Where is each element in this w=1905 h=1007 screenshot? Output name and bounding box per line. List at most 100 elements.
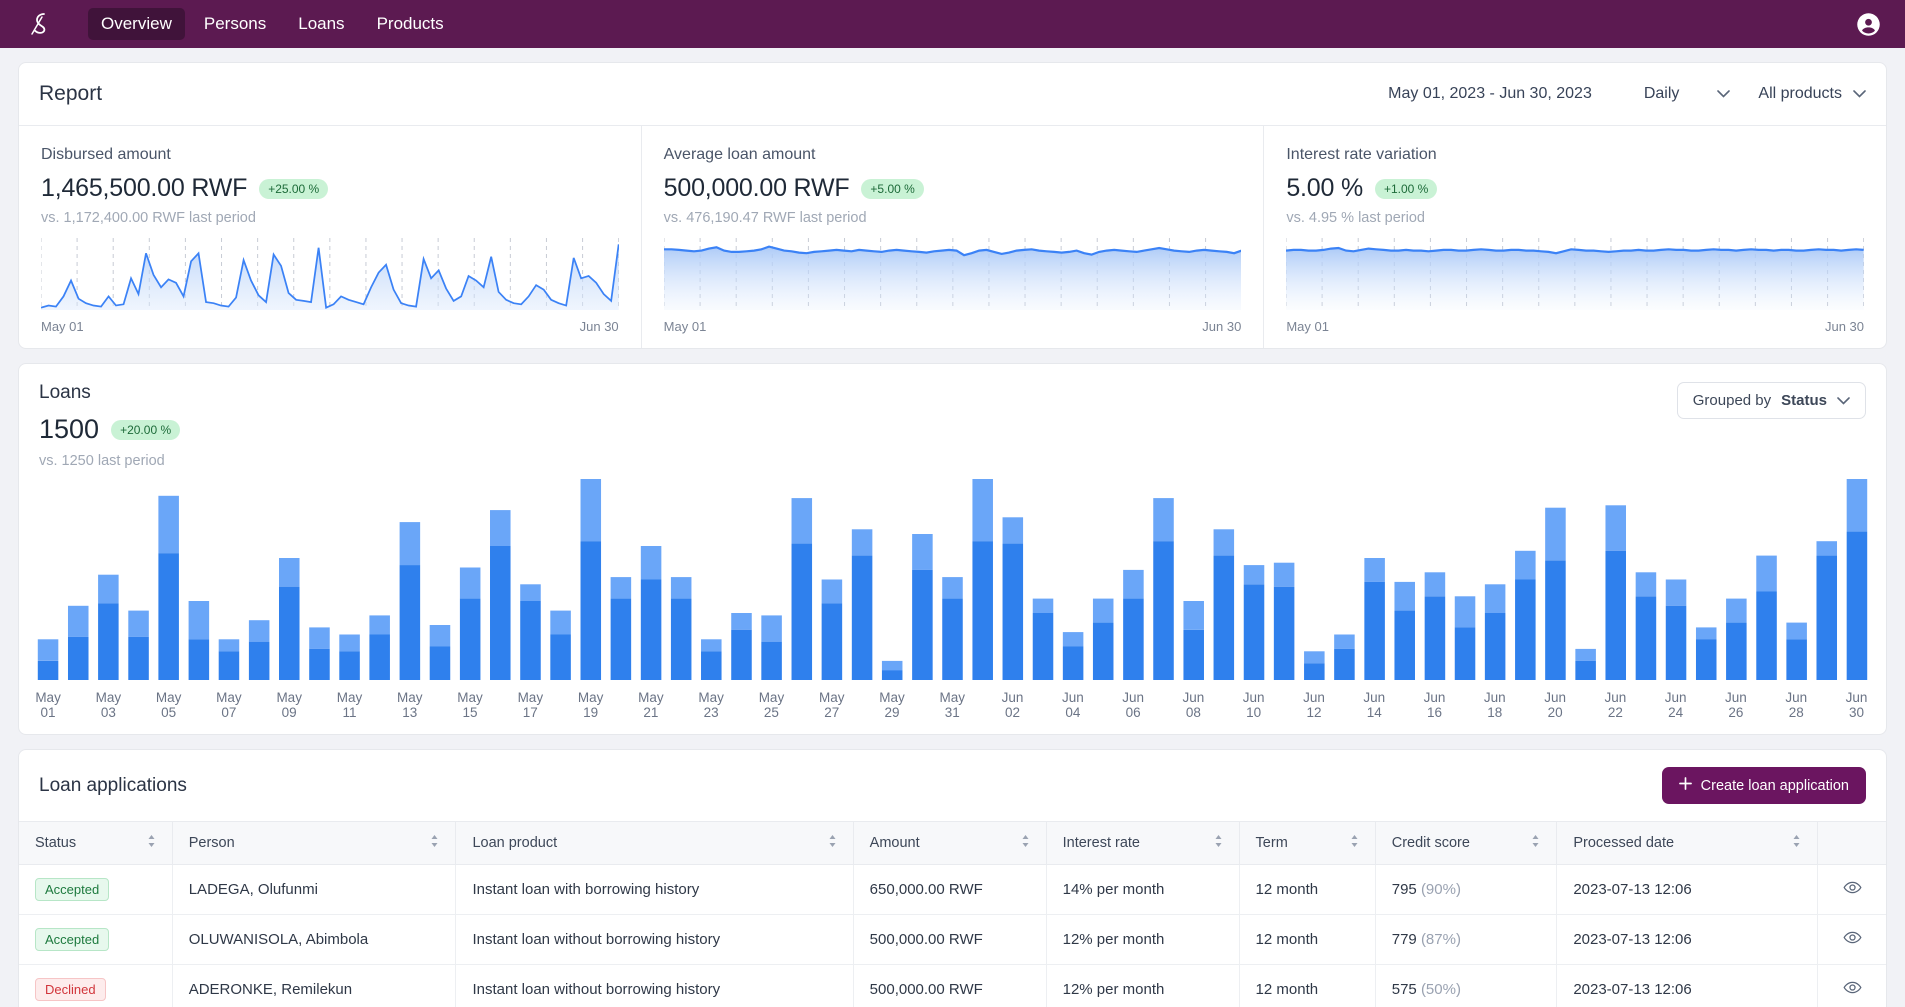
sort-updown-icon[interactable] <box>147 834 156 852</box>
sort-updown-icon[interactable] <box>1531 834 1540 852</box>
create-loan-application-label: Create loan application <box>1700 777 1849 794</box>
table-row[interactable]: Accepted LADEGA, Olufunmi Instant loan wit… <box>19 864 1886 915</box>
column-header-label: Status <box>35 835 77 851</box>
eye-icon[interactable] <box>1843 928 1862 947</box>
bar-x-tick <box>425 690 455 720</box>
kpi-value: 500,000.00 RWF <box>663 174 850 202</box>
nav-item-products-label: Products <box>376 14 444 33</box>
column-header-term[interactable]: Term <box>1239 821 1376 865</box>
kpi-card-disbursed-amount: Disbursed amount 1,465,500.00 RWF +25.00… <box>19 126 642 348</box>
create-loan-application-button[interactable]: Create loan application <box>1661 767 1866 804</box>
nav-item-products[interactable]: Products <box>364 8 457 40</box>
column-header-processed-date[interactable]: Processed date <box>1556 821 1819 865</box>
bar-x-tick: Jun 02 <box>1001 690 1024 720</box>
sort-updown-icon[interactable] <box>828 834 837 852</box>
bar-x-tick: Jun 26 <box>1725 690 1747 720</box>
eye-icon[interactable] <box>1843 878 1862 897</box>
bar-x-tick <box>1028 690 1058 720</box>
column-header-actions <box>1817 821 1886 865</box>
kpi-comparison: vs. 1,172,400.00 RWF last period <box>41 210 256 226</box>
chevron-down-icon <box>1853 85 1866 103</box>
loans-summary: Loans 1500 +20.00 % vs. 1250 last period <box>39 382 181 469</box>
bar-x-tick <box>1630 690 1660 720</box>
bar-x-tick: May 17 <box>517 690 544 720</box>
table-row[interactable]: Declined ADERONKE, Remilekun Instant loan … <box>19 964 1886 1007</box>
cell-processed-date: 2023-07-13 12:06 <box>1556 964 1819 1007</box>
sparkline-axis-start: May 01 <box>41 319 84 334</box>
nav-item-persons[interactable]: Persons <box>191 8 279 40</box>
loans-comparison: vs. 1250 last period <box>39 453 165 469</box>
product-filter-selector[interactable]: All products <box>1758 85 1866 103</box>
bar-x-tick: May 23 <box>698 690 724 720</box>
bar-x-tick <box>1811 690 1841 720</box>
sparkline-axis-start: May 01 <box>663 319 707 334</box>
date-range-selector[interactable]: May 01, 2023 - Jun 30, 2023 <box>1388 85 1616 103</box>
bar-x-tick: May 31 <box>939 690 966 720</box>
table-body: Accepted LADEGA, Olufunmi Instant loan wit… <box>19 864 1886 1007</box>
bar-x-tick: May 03 <box>95 690 122 720</box>
table-header: Status Person Loan product Amount Interest r… <box>19 821 1886 865</box>
bar-x-tick: May 25 <box>758 690 785 720</box>
report-card: Report May 01, 2023 - Jun 30, 2023 Daily… <box>18 62 1887 349</box>
cell-loan-product: Instant loan with borrowing history <box>455 864 854 915</box>
table-row[interactable]: Accepted OLUWANISOLA, Abimbola Instant loa… <box>19 914 1886 965</box>
sparkline-average-loan-amount: May 01 Jun 30 <box>663 238 1242 334</box>
credit-score-percent: (87%) <box>1420 931 1461 948</box>
eye-icon[interactable] <box>1843 978 1862 997</box>
bar-x-tick <box>907 690 937 720</box>
column-header-person[interactable]: Person <box>172 821 457 865</box>
column-header-credit-score[interactable]: Credit score <box>1375 821 1558 865</box>
credit-score-percent: (50%) <box>1420 981 1461 998</box>
kpi-delta-badge: +1.00 % <box>1374 178 1438 199</box>
chevron-down-icon <box>1717 85 1731 103</box>
bar-x-tick: Jun 14 <box>1363 690 1386 720</box>
sparkline-disbursed-amount: May 01 Jun 30 <box>40 238 620 334</box>
bar-x-tick: Jun 28 <box>1785 690 1808 720</box>
bar-x-tick: Jun 10 <box>1242 690 1265 720</box>
column-header-amount[interactable]: Amount <box>853 821 1047 865</box>
account-circle-icon[interactable] <box>1853 9 1883 39</box>
column-header-loan-product[interactable]: Loan product <box>455 821 854 865</box>
loan-applications-title: Loan applications <box>39 774 187 796</box>
bar-chart-x-axis: May 01 May 03 May 05 May 07 May 09 May 11 May … <box>19 685 1886 734</box>
loans-header: Loans 1500 +20.00 % vs. 1250 last period… <box>19 364 1886 469</box>
primary-nav-items: Overview Persons Loans Products <box>88 8 457 40</box>
sort-updown-icon[interactable] <box>1792 834 1801 852</box>
cell-interest-rate: 12% per month <box>1046 914 1240 965</box>
column-header-status[interactable]: Status <box>19 821 173 865</box>
bar-x-tick: Jun 12 <box>1303 690 1325 720</box>
status-badge: Accepted <box>19 864 173 915</box>
cell-actions <box>1817 964 1886 1007</box>
report-filter-controls: May 01, 2023 - Jun 30, 2023 Daily All pr… <box>1388 85 1866 103</box>
cell-amount: 500,000.00 RWF <box>853 914 1047 965</box>
bar-x-tick: May 05 <box>155 690 182 720</box>
bar-x-tick: May 13 <box>397 690 423 720</box>
bar-x-tick: Jun 30 <box>1845 690 1868 720</box>
cell-amount: 500,000.00 RWF <box>853 964 1047 1007</box>
loans-delta-badge: +20.00 % <box>111 419 181 440</box>
cell-person: LADEGA, Olufunmi <box>172 864 457 915</box>
sort-updown-icon[interactable] <box>1350 834 1359 852</box>
kpi-strip: Disbursed amount 1,465,500.00 RWF +25.00… <box>19 126 1886 348</box>
bar-x-tick <box>184 690 214 720</box>
bar-x-tick <box>1389 690 1419 720</box>
group-by-selector[interactable]: Grouped by Status <box>1676 382 1866 419</box>
column-header-label: Term <box>1255 835 1288 851</box>
brand-s-logo-icon[interactable] <box>22 7 56 41</box>
cell-processed-date: 2023-07-13 12:06 <box>1556 914 1819 965</box>
sort-updown-icon[interactable] <box>430 834 439 852</box>
sort-updown-icon[interactable] <box>1214 834 1223 852</box>
nav-item-overview[interactable]: Overview <box>88 8 185 40</box>
granularity-selector[interactable]: Daily <box>1644 85 1731 103</box>
bar-x-tick: May 01 <box>35 690 61 720</box>
column-header-interest-rate[interactable]: Interest rate <box>1046 821 1240 865</box>
bar-x-tick <box>847 690 877 720</box>
bar-x-tick <box>1570 690 1600 720</box>
nav-item-loans[interactable]: Loans <box>285 8 357 40</box>
loan-applications-table: Status Person Loan product Amount Interest r… <box>19 821 1886 1007</box>
sparkline-axis-start: May 01 <box>1286 319 1329 334</box>
report-header: Report May 01, 2023 - Jun 30, 2023 Daily… <box>19 63 1886 126</box>
column-header-label: Interest rate <box>1062 835 1140 851</box>
bar-x-tick: Jun 16 <box>1423 690 1446 720</box>
sort-updown-icon[interactable] <box>1021 834 1030 852</box>
